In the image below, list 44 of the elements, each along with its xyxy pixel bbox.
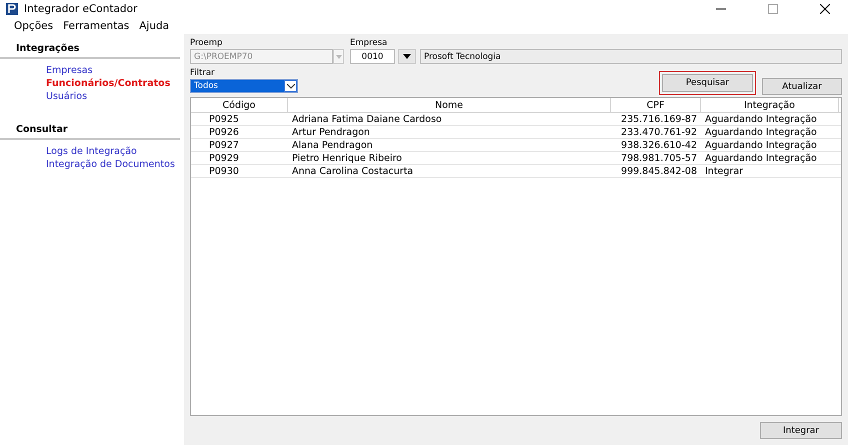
field-label: Filtrar [190, 68, 216, 78]
table-cell-text: Pietro Henrique Ribeiro [291, 152, 403, 164]
menu-item[interactable]: Opções [14, 20, 54, 32]
table-cell-text: P0927 [208, 139, 240, 151]
table-cell-text: Integrar [704, 165, 744, 177]
code-field[interactable]: 0010 [350, 49, 395, 64]
action-button[interactable]: Pesquisar [659, 71, 756, 95]
window-title: Integrador eContador [24, 3, 138, 15]
table-cell-text: 235.716.169-87 [620, 113, 698, 125]
table-cell-text: Artur Pendragon [291, 126, 371, 138]
column-header[interactable]: Código [191, 98, 288, 112]
table-cell-text: P0925 [208, 113, 240, 125]
company-name-field: Prosoft Tecnologia [420, 49, 842, 64]
section-title: Integrações [0, 40, 180, 59]
menu-item[interactable]: Ajuda [139, 20, 170, 32]
section-title: Consultar [0, 121, 180, 140]
integrate-button[interactable]: Integrar [760, 422, 842, 439]
sidebar-link[interactable]: Logs de Integração [46, 146, 184, 158]
table-cell-text: P0930 [208, 165, 240, 177]
menu-item[interactable]: Ferramentas [63, 20, 130, 32]
field-label: Empresa [350, 38, 388, 48]
column-header[interactable]: Nome [288, 98, 611, 112]
action-button[interactable]: Atualizar [762, 78, 842, 95]
table-cell-text: 999.845.842-08 [620, 165, 698, 177]
column-header[interactable]: Integração [701, 98, 839, 112]
table-cell-text: Aguardando Integração [704, 152, 818, 164]
table-cell-text: Alana Pendragon [291, 139, 374, 151]
column-header[interactable]: CPF [611, 98, 701, 112]
table-cell-text: 798.981.705-57 [620, 152, 698, 164]
sidebar-link[interactable]: Funcionários/Contratos [46, 78, 184, 90]
table-cell-text: Aguardando Integração [704, 113, 818, 125]
table-cell-text: 233.470.761-92 [620, 126, 698, 138]
app-logo-icon [6, 3, 18, 15]
table-cell-text: P0926 [208, 126, 240, 138]
sidebar-link[interactable]: Usuários [46, 91, 184, 103]
table-cell-text: Adriana Fatima Daiane Cardoso [291, 113, 443, 125]
table-cell-text: Aguardando Integração [704, 139, 818, 151]
table-cell-text: 938.326.610-42 [620, 139, 698, 151]
table-cell-text: Aguardando Integração [704, 126, 818, 138]
table-cell-text: Anna Carolina Costacurta [291, 165, 414, 177]
sidebar-link[interactable]: Empresas [46, 65, 184, 77]
field-label: Proemp [190, 38, 224, 48]
sidebar-link[interactable]: Integração de Documentos [46, 159, 184, 171]
table-cell-text: P0929 [208, 152, 240, 164]
